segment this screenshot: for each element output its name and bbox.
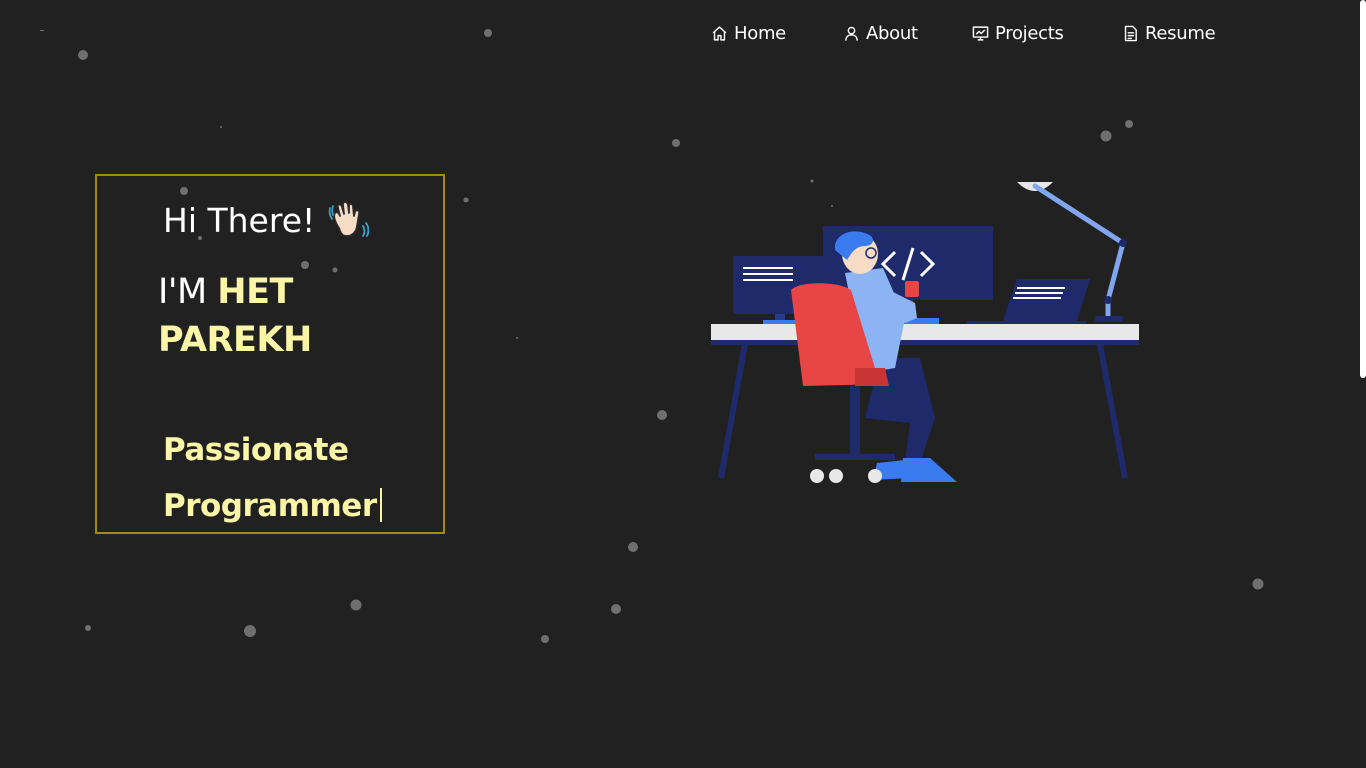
intro-box: Hi There! I'M HET PAREKH Passionate Prog… xyxy=(95,174,445,534)
typing-cursor xyxy=(379,488,382,522)
name-first: HET xyxy=(217,272,293,312)
greeting: Hi There! xyxy=(163,198,371,242)
nav-home[interactable]: Home xyxy=(711,18,786,48)
greeting-text: Hi There! xyxy=(163,200,316,240)
typed-line-1: Passionate xyxy=(163,432,349,468)
document-icon xyxy=(1124,25,1137,41)
programmer-illustration xyxy=(711,182,1139,483)
name-heading: I'M HET PAREKH xyxy=(158,268,312,364)
nav-resume[interactable]: Resume xyxy=(1122,18,1216,48)
nav-projects[interactable]: Projects xyxy=(972,18,1064,48)
waving-hand-icon xyxy=(328,201,370,237)
scrollbar-thumb[interactable] xyxy=(1360,0,1366,378)
home-icon xyxy=(712,25,727,41)
name-prefix: I'M xyxy=(158,272,207,312)
nav-about[interactable]: About xyxy=(843,18,918,48)
typed-line-2: Programmer xyxy=(163,488,377,524)
user-icon xyxy=(845,26,858,41)
nav-about-label: About xyxy=(866,22,918,44)
typewriter-text: Passionate Programmer xyxy=(163,422,382,534)
presentation-icon xyxy=(972,25,989,41)
nav-home-label: Home xyxy=(734,22,786,44)
top-navbar: Home About Projects Resume xyxy=(0,18,1366,48)
name-last: PAREKH xyxy=(158,320,312,360)
nav-resume-label: Resume xyxy=(1145,22,1216,44)
nav-projects-label: Projects xyxy=(995,22,1064,44)
